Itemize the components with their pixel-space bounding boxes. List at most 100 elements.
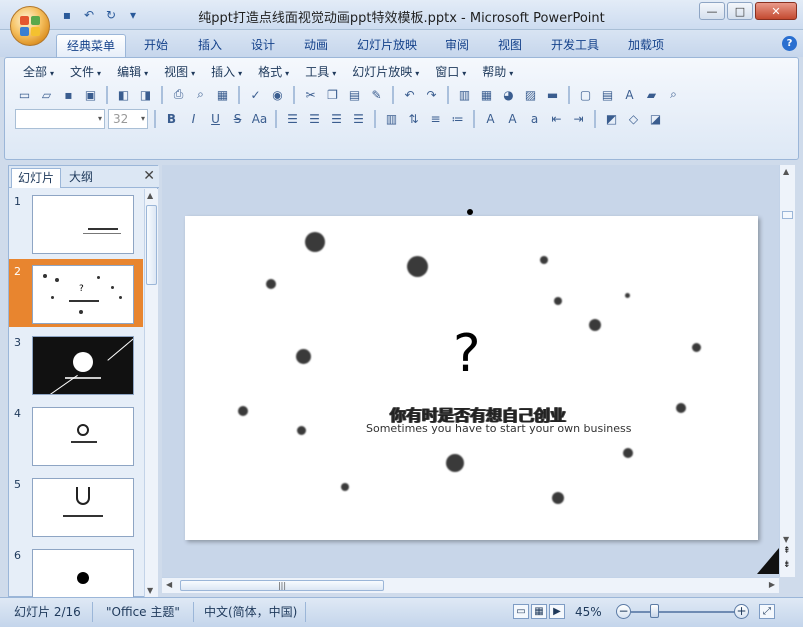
font-color-icon[interactable]: A [481,110,500,129]
tab-outline[interactable]: 大纲 [63,168,99,188]
save-as-icon[interactable]: ▣ [81,85,100,104]
menu-all[interactable]: 全部 ▾ [15,63,62,81]
tab-animations[interactable]: 动画 [294,34,338,57]
menu-view[interactable]: 视图 ▾ [156,63,203,81]
scrollbar-thumb[interactable]: ||| [180,580,384,591]
print-preview-icon[interactable]: ⌕ [191,85,210,104]
menu-edit[interactable]: 编辑 ▾ [109,63,156,81]
close-icon[interactable]: ✕ [143,168,155,184]
normal-view-button[interactable]: ▭ [513,604,529,619]
zoom-level[interactable]: 45% [575,602,602,622]
thumbnail-item[interactable]: 3 [9,330,143,398]
scroll-right-icon[interactable]: ▶ [769,580,775,589]
text-direction-icon[interactable]: ⇅ [404,110,423,129]
close-button[interactable]: ✕ [755,2,797,20]
menu-insert[interactable]: 插入 ▾ [203,63,250,81]
format-painter-icon[interactable]: ✎ [367,85,386,104]
grow-font-icon[interactable]: A [503,110,522,129]
table-icon[interactable]: ▦ [477,85,496,104]
font-size-select[interactable]: 32 ▾ [108,109,148,129]
publish-icon[interactable]: ◨ [136,85,155,104]
slideshow-view-button[interactable]: ▶ [549,604,565,619]
align-center-icon[interactable]: ☰ [305,110,324,129]
next-slide-icon[interactable]: ⇟ [783,561,791,570]
chart-icon[interactable]: ▥ [455,85,474,104]
tab-slideshow[interactable]: 幻灯片放映 [347,34,427,57]
columns-icon[interactable]: ▥ [382,110,401,129]
fit-to-window-button[interactable]: ⤢ [759,604,775,619]
bullets-icon[interactable]: ≔ [448,110,467,129]
slide-sorter-icon[interactable]: ▦ [213,85,232,104]
numbering-icon[interactable]: ≡ [426,110,445,129]
textbox-icon[interactable]: A [620,85,639,104]
research-icon[interactable]: ◉ [268,85,287,104]
tab-review[interactable]: 审阅 [435,34,479,57]
open-icon[interactable]: ▱ [37,85,56,104]
clipart-icon[interactable]: ◕ [499,85,518,104]
tab-design[interactable]: 设计 [241,34,285,57]
paste-icon[interactable]: ▤ [345,85,364,104]
zoom-in-button[interactable]: + [734,604,749,619]
undo-icon[interactable]: ↶ [400,85,419,104]
scroll-up-icon[interactable]: ▲ [783,167,789,176]
tab-insert[interactable]: 插入 [188,34,232,57]
folder-icon[interactable]: ▰ [642,85,661,104]
cut-icon[interactable]: ✂ [301,85,320,104]
decrease-indent-icon[interactable]: ⇤ [547,110,566,129]
menu-format[interactable]: 格式 ▾ [250,63,297,81]
scrollbar-thumb[interactable] [782,211,793,219]
slide-question-mark[interactable]: ? [453,324,481,384]
print-icon[interactable]: ⎙ [169,85,188,104]
slide-subtitle[interactable]: Sometimes you have to start your own bus… [366,422,632,435]
slide-canvas[interactable]: ? 你有时是否有想自己创业 Sometimes you have to star… [185,216,758,540]
thumbnail-scrollbar[interactable]: ▲ ▼ [144,189,158,597]
slide-vertical-scrollbar[interactable]: ▲ ▼ ⇞ ⇟ [779,165,795,577]
change-case-icon[interactable]: Aa [250,110,269,129]
shapes-icon[interactable]: ◇ [624,110,643,129]
align-left-icon[interactable]: ☰ [283,110,302,129]
spelling-icon[interactable]: ✓ [246,85,265,104]
zoom-slider-track[interactable] [631,611,736,613]
bold-icon[interactable]: B [162,110,181,129]
scrollbar-thumb[interactable] [146,205,157,285]
maximize-button[interactable]: □ [727,2,753,20]
horizontal-scrollbar[interactable]: ◀ ||| ▶ [162,577,779,593]
fill-color-icon[interactable]: ▬ [543,85,562,104]
tab-developer[interactable]: 开发工具 [541,34,609,57]
minimize-button[interactable]: — [699,2,725,20]
redo-icon[interactable]: ↷ [422,85,441,104]
help-icon[interactable]: ? [782,36,797,51]
underline-icon[interactable]: U [206,110,225,129]
language-indicator[interactable]: 中文(简体，中国) [204,602,297,622]
tab-addins[interactable]: 加载项 [618,34,674,57]
copy-icon[interactable]: ❐ [323,85,342,104]
tab-slides[interactable]: 幻灯片 [11,168,62,188]
menu-tools[interactable]: 工具 ▾ [297,63,344,81]
scroll-left-icon[interactable]: ◀ [166,580,172,589]
save-icon[interactable]: ▪ [59,85,78,104]
previous-slide-icon[interactable]: ⇞ [783,547,791,556]
zoom-out-button[interactable]: − [616,604,631,619]
font-name-select[interactable]: ▾ [15,109,105,129]
strikethrough-icon[interactable]: S [228,110,247,129]
menu-file[interactable]: 文件 ▾ [62,63,109,81]
zoom-slider-knob[interactable] [650,604,659,618]
new-icon[interactable]: ▭ [15,85,34,104]
shrink-font-icon[interactable]: a [525,110,544,129]
shape-fill-icon[interactable]: ◪ [646,110,665,129]
layout-icon[interactable]: ▤ [598,85,617,104]
theme-name[interactable]: "Office 主题" [106,602,180,622]
thumbnail-item[interactable]: 1 [9,189,143,257]
increase-indent-icon[interactable]: ⇥ [569,110,588,129]
align-right-icon[interactable]: ☰ [327,110,346,129]
menu-slideshow[interactable]: 幻灯片放映 ▾ [344,63,427,81]
scroll-down-icon[interactable]: ▼ [783,535,789,544]
new-slide-icon[interactable]: ▢ [576,85,595,104]
find-icon[interactable]: ⌕ [664,85,683,104]
scroll-down-icon[interactable]: ▼ [147,586,153,595]
scroll-up-icon[interactable]: ▲ [147,191,153,200]
slide-sorter-view-button[interactable]: ▦ [531,604,547,619]
office-button[interactable] [10,6,50,46]
thumbnail-item[interactable]: 5 [9,472,143,540]
tab-home[interactable]: 开始 [134,34,178,57]
